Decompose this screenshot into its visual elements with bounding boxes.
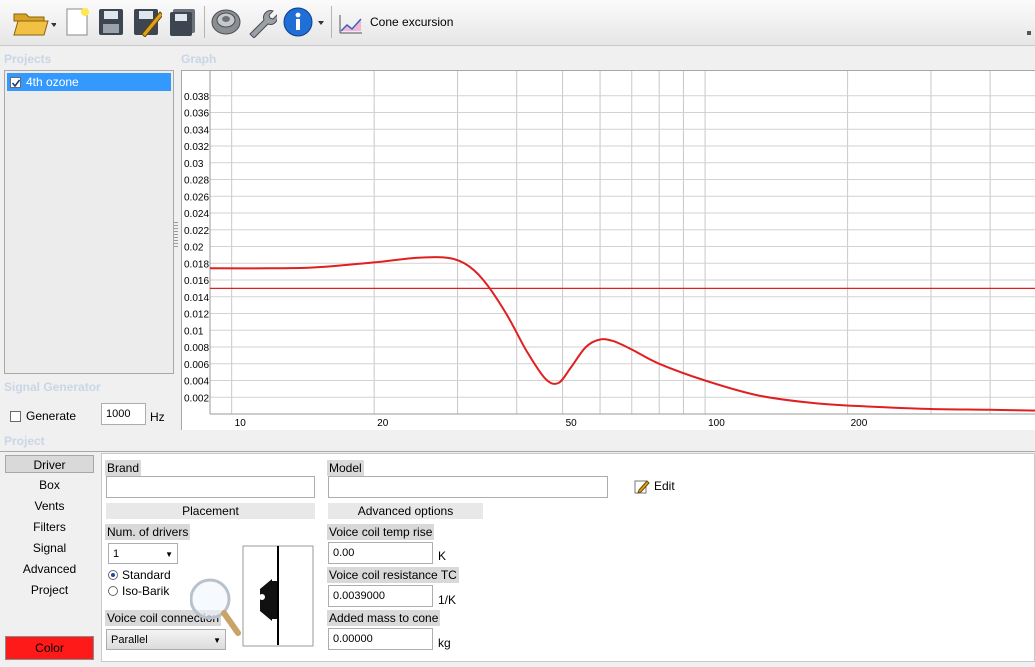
x-tick-label: 20 <box>377 418 389 429</box>
save-as-button[interactable] <box>130 4 164 40</box>
toolbar-separator <box>331 6 332 38</box>
splitter-grip[interactable] <box>174 222 178 248</box>
x-tick-label: 10 <box>235 418 247 429</box>
num-drivers-select[interactable]: 1 <box>108 543 178 564</box>
edit-label: Edit <box>654 479 675 493</box>
y-tick-label: 0.032 <box>184 142 209 153</box>
toolbar-overflow-dot <box>1027 31 1031 35</box>
model-label: Model <box>327 460 364 476</box>
vc-resistance-tc-input[interactable]: 0.0039000 <box>328 585 433 607</box>
toolbar: Cone excursion <box>0 0 1035 46</box>
save-button[interactable] <box>95 4 127 40</box>
generate-label: Generate <box>26 409 77 423</box>
y-tick-label: 0.036 <box>184 109 209 120</box>
brand-input[interactable] <box>106 476 315 498</box>
y-tick-label: 0.034 <box>184 125 209 136</box>
vc-resistance-tc-unit: 1/K <box>438 593 457 607</box>
y-tick-label: 0.018 <box>184 259 209 270</box>
vc-temp-rise-label: Voice coil temp rise <box>327 524 435 540</box>
placement-diagram <box>190 545 314 647</box>
y-tick-label: 0.026 <box>184 192 209 203</box>
advanced-options-header: Advanced options <box>328 503 483 519</box>
save-icon <box>99 9 123 35</box>
generate-checkbox[interactable] <box>10 410 21 422</box>
info-button[interactable] <box>281 4 327 40</box>
cone-excursion-chart: 0.038 0.036 0.034 0.032 0.03 0.028 0.026 0.024 0… <box>184 71 1035 429</box>
new-document-icon <box>66 8 89 36</box>
brand-label: Brand <box>105 460 142 476</box>
x-tick-label: 50 <box>566 418 578 429</box>
chart-icon <box>339 15 362 34</box>
y-tick-label: 0.022 <box>184 226 209 237</box>
y-tick-label: 0.02 <box>184 243 204 254</box>
nav-project[interactable]: Project <box>5 581 94 599</box>
generate-checkbox-row[interactable]: Generate <box>10 409 76 423</box>
nav-advanced[interactable]: Advanced <box>5 560 94 578</box>
vc-temp-rise-input[interactable]: 0.00 <box>328 542 433 564</box>
edit-button[interactable]: Edit <box>634 478 675 494</box>
num-drivers-label: Num. of drivers <box>105 524 191 540</box>
save-all-button[interactable] <box>166 4 200 40</box>
toolbar-separator <box>204 6 205 38</box>
nav-vents[interactable]: Vents <box>5 497 94 515</box>
added-mass-unit: kg <box>438 636 451 650</box>
open-folder-icon <box>13 13 56 36</box>
driver-icon <box>211 9 241 35</box>
x-tick-label: 100 <box>708 418 725 429</box>
y-tick-label: 0.014 <box>184 293 209 304</box>
project-section-label: Project <box>4 434 45 448</box>
placement-header: Placement <box>106 503 315 519</box>
project-checkbox[interactable] <box>10 76 21 88</box>
model-input[interactable] <box>328 476 608 498</box>
graph-type-button[interactable]: Cone excursion <box>337 4 467 40</box>
isobarik-radio[interactable] <box>108 586 118 596</box>
vc-temp-rise-unit: K <box>438 549 447 563</box>
driver-database-button[interactable] <box>209 4 243 40</box>
projects-list: 4th ozone <box>4 70 174 374</box>
new-project-button[interactable] <box>61 4 93 40</box>
y-tick-label: 0.038 <box>184 92 209 103</box>
open-button[interactable] <box>8 4 58 40</box>
nav-box[interactable]: Box <box>5 476 94 494</box>
y-tick-label: 0.01 <box>184 326 204 337</box>
isobarik-radio-row[interactable]: Iso-Barik <box>108 584 169 598</box>
nav-filters[interactable]: Filters <box>5 518 94 536</box>
project-item-label: 4th ozone <box>26 75 79 89</box>
graph-section-label: Graph <box>181 52 217 66</box>
nav-driver[interactable]: Driver <box>5 455 94 473</box>
isobarik-label: Iso-Barik <box>122 584 170 598</box>
graph-panel[interactable]: 0.038 0.036 0.034 0.032 0.03 0.028 0.026 0.024 0… <box>181 70 1035 430</box>
projects-section-label: Projects <box>4 52 52 66</box>
added-mass-input[interactable]: 0.00000 <box>328 628 433 650</box>
y-tick-label: 0.03 <box>184 159 204 170</box>
y-tick-label: 0.004 <box>184 377 209 388</box>
y-tick-label: 0.028 <box>184 176 209 187</box>
signal-generator-section-label: Signal Generator <box>4 380 101 394</box>
pencil-icon <box>634 480 650 494</box>
checkmark-icon <box>11 79 21 87</box>
standard-label: Standard <box>122 568 171 582</box>
project-item[interactable]: 4th ozone <box>7 73 171 91</box>
vc-resistance-tc-label: Voice coil resistance TC <box>327 567 459 583</box>
x-tick-label: 200 <box>851 418 868 429</box>
y-tick-label: 0.024 <box>184 209 209 220</box>
standard-radio[interactable] <box>108 570 118 580</box>
color-button[interactable]: Color <box>5 636 94 660</box>
y-tick-label: 0.012 <box>184 310 209 321</box>
nav-signal[interactable]: Signal <box>5 539 94 557</box>
settings-button[interactable] <box>244 4 278 40</box>
standard-radio-row[interactable]: Standard <box>108 568 171 582</box>
frequency-unit: Hz <box>150 410 165 424</box>
wrench-icon <box>249 10 277 38</box>
frequency-input[interactable]: 1000 <box>101 403 146 425</box>
save-edit-icon <box>134 9 162 37</box>
info-icon <box>283 7 324 37</box>
added-mass-label: Added mass to cone <box>327 610 441 626</box>
y-tick-label: 0.008 <box>184 343 209 354</box>
graph-type-label: Cone excursion <box>370 15 454 29</box>
save-all-icon <box>170 9 195 36</box>
y-tick-label: 0.016 <box>184 276 209 287</box>
y-tick-label: 0.006 <box>184 360 209 371</box>
y-tick-label: 0.002 <box>184 393 209 404</box>
